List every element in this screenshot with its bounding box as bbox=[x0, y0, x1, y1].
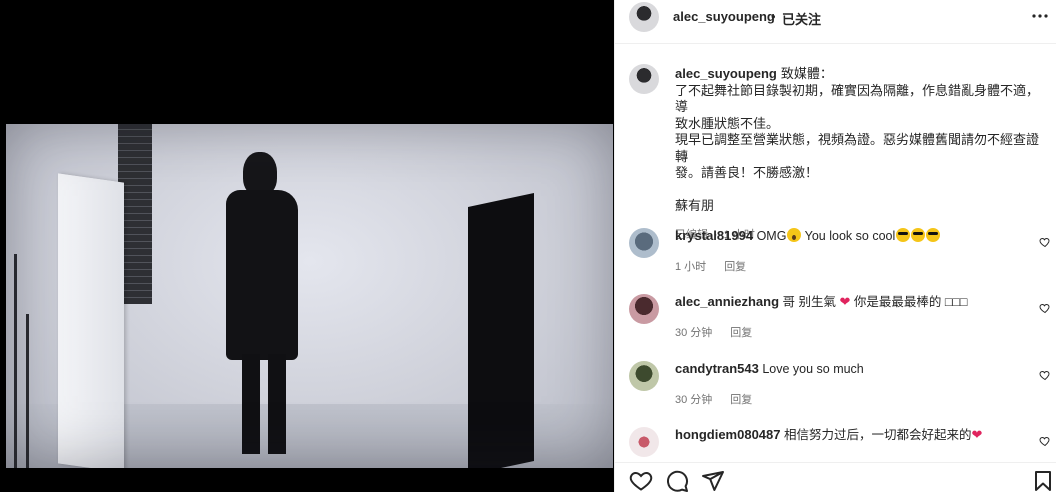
separator-dot: • bbox=[771, 9, 776, 24]
caption-text: alec_suyoupeng 致媒體： 了不起舞社節目錄製初期，確實因為隔離，作息… bbox=[675, 66, 1045, 243]
comment-timestamp: 1 小时 bbox=[675, 261, 707, 273]
media-pane bbox=[0, 0, 614, 492]
post-side-panel: alec_suyoupeng • 已关注 alec_suyoupeng 致媒體： … bbox=[614, 0, 1056, 492]
caption-line: 了不起舞社節目錄製初期，確實因為隔離，作息錯亂身體不適，導 bbox=[675, 82, 1040, 115]
avatar[interactable] bbox=[629, 294, 659, 324]
reply-button[interactable]: 回复 bbox=[730, 327, 752, 339]
post-action-bar bbox=[615, 462, 1056, 492]
more-horizontal-icon[interactable] bbox=[1031, 9, 1049, 23]
following-button[interactable]: 已关注 bbox=[782, 9, 821, 28]
caption-line: 現早已調整至營業狀態，視頻為證。惡劣媒體舊聞請勿不經查證轉 bbox=[675, 132, 1040, 164]
comment-username[interactable]: krystal81994 bbox=[675, 228, 753, 243]
comment-username[interactable]: hongdiem080487 bbox=[675, 427, 781, 442]
comment-text: OMG bbox=[756, 229, 787, 243]
comment-meta: 30 分钟 回复 bbox=[675, 391, 752, 407]
avatar[interactable] bbox=[629, 2, 659, 32]
comment-meta: 30 分钟 回复 bbox=[675, 324, 752, 340]
avatar[interactable] bbox=[629, 361, 659, 391]
avatar[interactable] bbox=[629, 427, 659, 457]
comment-text: 相信努力过后，一切都会好起来的 bbox=[783, 428, 972, 442]
comment-item: alec_anniezhang 哥 别生氣 ❤ 你是最最最棒的 □□□ 30 分… bbox=[615, 294, 1056, 354]
comment-text: You look so cool bbox=[801, 229, 896, 243]
comment-text: 你是最最最棒的 □□□ bbox=[850, 295, 968, 309]
heart-icon[interactable] bbox=[1039, 302, 1051, 314]
heart-icon[interactable] bbox=[1039, 369, 1051, 381]
reply-button[interactable]: 回复 bbox=[724, 261, 746, 273]
sunglasses-face-icon bbox=[926, 228, 941, 242]
comment-timestamp: 30 分钟 bbox=[675, 327, 713, 339]
comment-body: alec_anniezhang 哥 别生氣 ❤ 你是最最最棒的 □□□ bbox=[675, 294, 1025, 310]
post-header: alec_suyoupeng • 已关注 bbox=[615, 0, 1056, 44]
comment-item: hongdiem080487 相信努力过后，一切都会好起来的❤ bbox=[615, 427, 1056, 457]
heart-icon[interactable] bbox=[1039, 236, 1051, 248]
comment-timestamp: 30 分钟 bbox=[675, 394, 713, 406]
comment-username[interactable]: alec_anniezhang bbox=[675, 294, 779, 309]
comment-username[interactable]: candytran543 bbox=[675, 361, 759, 376]
heart-icon[interactable] bbox=[1039, 435, 1051, 447]
caption-line: 致媒體： bbox=[780, 66, 833, 81]
red-heart-icon: ❤ bbox=[839, 294, 851, 309]
comment-body: candytran543 Love you so much bbox=[675, 361, 1025, 377]
comment-meta: 1 小时 回复 bbox=[675, 258, 746, 274]
comment-icon[interactable] bbox=[665, 469, 689, 492]
sunglasses-face-icon bbox=[911, 228, 926, 242]
screaming-face-icon bbox=[787, 228, 802, 242]
caption-line: 發。請善良！不勝感激！ bbox=[675, 165, 819, 180]
instagram-post-view: alec_suyoupeng • 已关注 alec_suyoupeng 致媒體： … bbox=[0, 0, 1056, 492]
post-video[interactable] bbox=[6, 124, 613, 468]
caption-signature: 蘇有朋 bbox=[675, 198, 715, 213]
caption-username[interactable]: alec_suyoupeng bbox=[675, 66, 777, 81]
avatar[interactable] bbox=[629, 64, 659, 94]
video-vignette bbox=[6, 124, 613, 468]
comment-text: 哥 别生氣 bbox=[782, 295, 840, 309]
comment-item: candytran543 Love you so much 30 分钟 回复 bbox=[615, 361, 1056, 421]
caption-line: 致水腫狀態不佳。 bbox=[675, 115, 780, 131]
comment-item: krystal81994 OMG You look so cool 1 小时 回复 bbox=[615, 228, 1056, 288]
send-icon[interactable] bbox=[701, 469, 725, 492]
author-username[interactable]: alec_suyoupeng bbox=[673, 9, 775, 24]
sunglasses-face-icon bbox=[896, 228, 911, 242]
avatar[interactable] bbox=[629, 228, 659, 258]
comment-body: hongdiem080487 相信努力过后，一切都会好起来的❤ bbox=[675, 427, 1025, 443]
bookmark-icon[interactable] bbox=[1031, 469, 1055, 492]
comment-body: krystal81994 OMG You look so cool bbox=[675, 228, 1025, 244]
heart-icon[interactable] bbox=[629, 469, 653, 492]
reply-button[interactable]: 回复 bbox=[730, 394, 752, 406]
comment-text: Love you so much bbox=[762, 362, 864, 376]
red-heart-icon: ❤ bbox=[971, 427, 983, 442]
